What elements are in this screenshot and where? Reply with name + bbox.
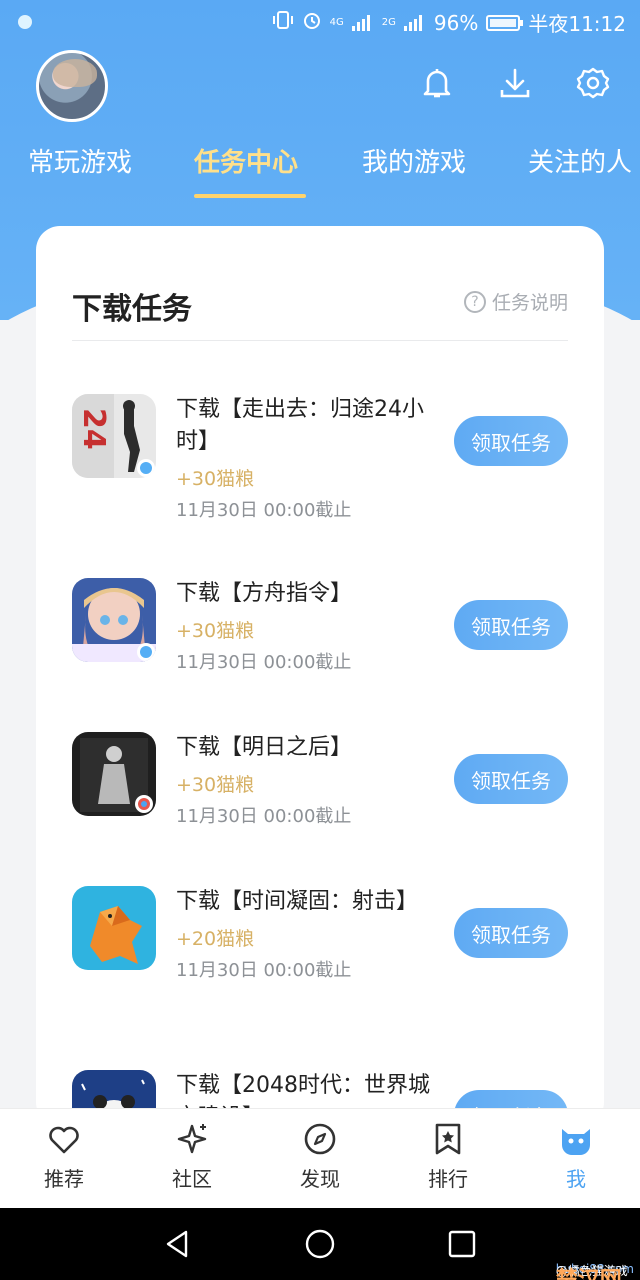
header-actions [420, 66, 610, 100]
task-item: 下载【方舟指令】 +30猫粮 11月30日 00:00截止 领取任务 [72, 578, 568, 688]
task-info: 下载【时间凝固：射击】 +20猫粮 11月30日 00:00截止 [176, 886, 446, 984]
task-reward: +30猫粮 [176, 468, 255, 490]
watermark-text: 楚汉网 [556, 1262, 622, 1280]
tab-task-center[interactable]: 任务中心 [194, 142, 298, 179]
system-nav-bar: @橘色猫游戏 楚汉网 hubei88.com [0, 1208, 640, 1280]
heart-icon [49, 1126, 79, 1154]
task-title: 下载【方舟指令】 [176, 581, 353, 606]
task-reward: +30猫粮 [176, 774, 255, 796]
nav-me[interactable]: 我 [536, 1121, 616, 1192]
task-info: 下载【走出去：归途24小时】 +30猫粮 11月30日 00:00截止 [176, 394, 446, 524]
recents-icon[interactable] [448, 1230, 476, 1262]
clock: 半夜11:12 [528, 12, 626, 36]
top-tabs: 常玩游戏 任务中心 我的游戏 关注的人 [0, 142, 640, 202]
sparkle-icon [177, 1124, 207, 1154]
task-item: 下载【时间凝固：射击】 +20猫粮 11月30日 00:00截止 领取任务 [72, 886, 568, 1036]
divider [72, 340, 568, 341]
network-4g-label: 4G [329, 17, 344, 28]
nav-label: 推荐 [44, 1167, 84, 1191]
task-deadline: 11月30日 00:00截止 [176, 806, 352, 827]
nav-label: 我 [566, 1167, 586, 1191]
nav-label: 发现 [300, 1167, 340, 1191]
task-title: 下载【明日之后】 [176, 735, 353, 760]
download-task-card: 下载任务 ? 任务说明 24 下载【走出去：归途24小时】 +30猫粮 11月3… [36, 226, 604, 1126]
claim-task-button[interactable]: 领取任务 [454, 416, 568, 466]
task-deadline: 11月30日 00:00截止 [176, 652, 352, 673]
question-icon: ? [463, 290, 486, 313]
signal-icon-2 [403, 14, 426, 31]
task-item: 下载【明日之后】 +30猫粮 11月30日 00:00截止 领取任务 [72, 732, 568, 842]
bell-icon[interactable] [420, 66, 454, 100]
signal-icon [351, 14, 374, 31]
status-bar: 4G 2G 96% 半夜11:12 [0, 0, 640, 44]
avatar[interactable] [36, 50, 108, 122]
game-icon [72, 732, 156, 816]
task-title: 下载【走出去：归途24小时】 [176, 397, 424, 454]
task-title: 下载【时间凝固：射击】 [176, 889, 419, 914]
task-help-link[interactable]: ? 任务说明 [463, 288, 568, 315]
battery-percent: 96% [433, 10, 479, 35]
battery-icon [486, 14, 524, 31]
task-reward: +30猫粮 [176, 620, 255, 642]
game-icon [72, 886, 156, 970]
tab-following[interactable]: 关注的人 [528, 142, 632, 179]
game-icon [72, 578, 156, 662]
claim-task-button[interactable]: 领取任务 [454, 908, 568, 958]
home-icon[interactable] [304, 1228, 336, 1264]
task-info: 下载【明日之后】 +30猫粮 11月30日 00:00截止 [176, 732, 446, 830]
watermark: @橘色猫游戏 楚汉网 hubei88.com [556, 1262, 634, 1280]
bookmark-star-icon [435, 1123, 461, 1155]
svg-text:24: 24 [76, 408, 111, 450]
nav-community[interactable]: 社区 [152, 1121, 232, 1192]
task-deadline: 11月30日 00:00截止 [176, 960, 352, 981]
cat-icon [562, 1129, 590, 1155]
task-help-label: 任务说明 [491, 292, 568, 314]
compass-icon [304, 1123, 336, 1155]
task-reward: +20猫粮 [176, 928, 255, 950]
nav-ranking[interactable]: 排行 [408, 1121, 488, 1192]
card-title: 下载任务 [72, 292, 192, 327]
nav-recommend[interactable]: 推荐 [24, 1121, 104, 1192]
tab-my-games[interactable]: 我的游戏 [362, 142, 466, 179]
active-tab-indicator [194, 194, 306, 198]
claim-task-button[interactable]: 领取任务 [454, 754, 568, 804]
download-icon[interactable] [498, 66, 532, 100]
settings-icon[interactable] [576, 66, 610, 100]
claim-task-button[interactable]: 领取任务 [454, 600, 568, 650]
vibrate-icon [272, 10, 294, 35]
task-info: 下载【方舟指令】 +30猫粮 11月30日 00:00截止 [176, 578, 446, 676]
alarm-icon [302, 10, 322, 35]
task-item: 24 下载【走出去：归途24小时】 +30猫粮 11月30日 00:00截止 领… [72, 394, 568, 544]
app-notification-icon [18, 15, 32, 29]
game-icon: 24 [72, 394, 156, 478]
bottom-nav: 推荐 社区 发现 排行 我 [0, 1108, 640, 1208]
task-deadline: 11月30日 00:00截止 [176, 500, 352, 521]
nav-discover[interactable]: 发现 [280, 1121, 360, 1192]
nav-label: 排行 [428, 1167, 468, 1191]
back-icon[interactable] [162, 1228, 194, 1264]
tab-recent-games[interactable]: 常玩游戏 [28, 142, 132, 179]
nav-label: 社区 [172, 1167, 212, 1191]
network-2g-label: 2G [381, 17, 396, 28]
